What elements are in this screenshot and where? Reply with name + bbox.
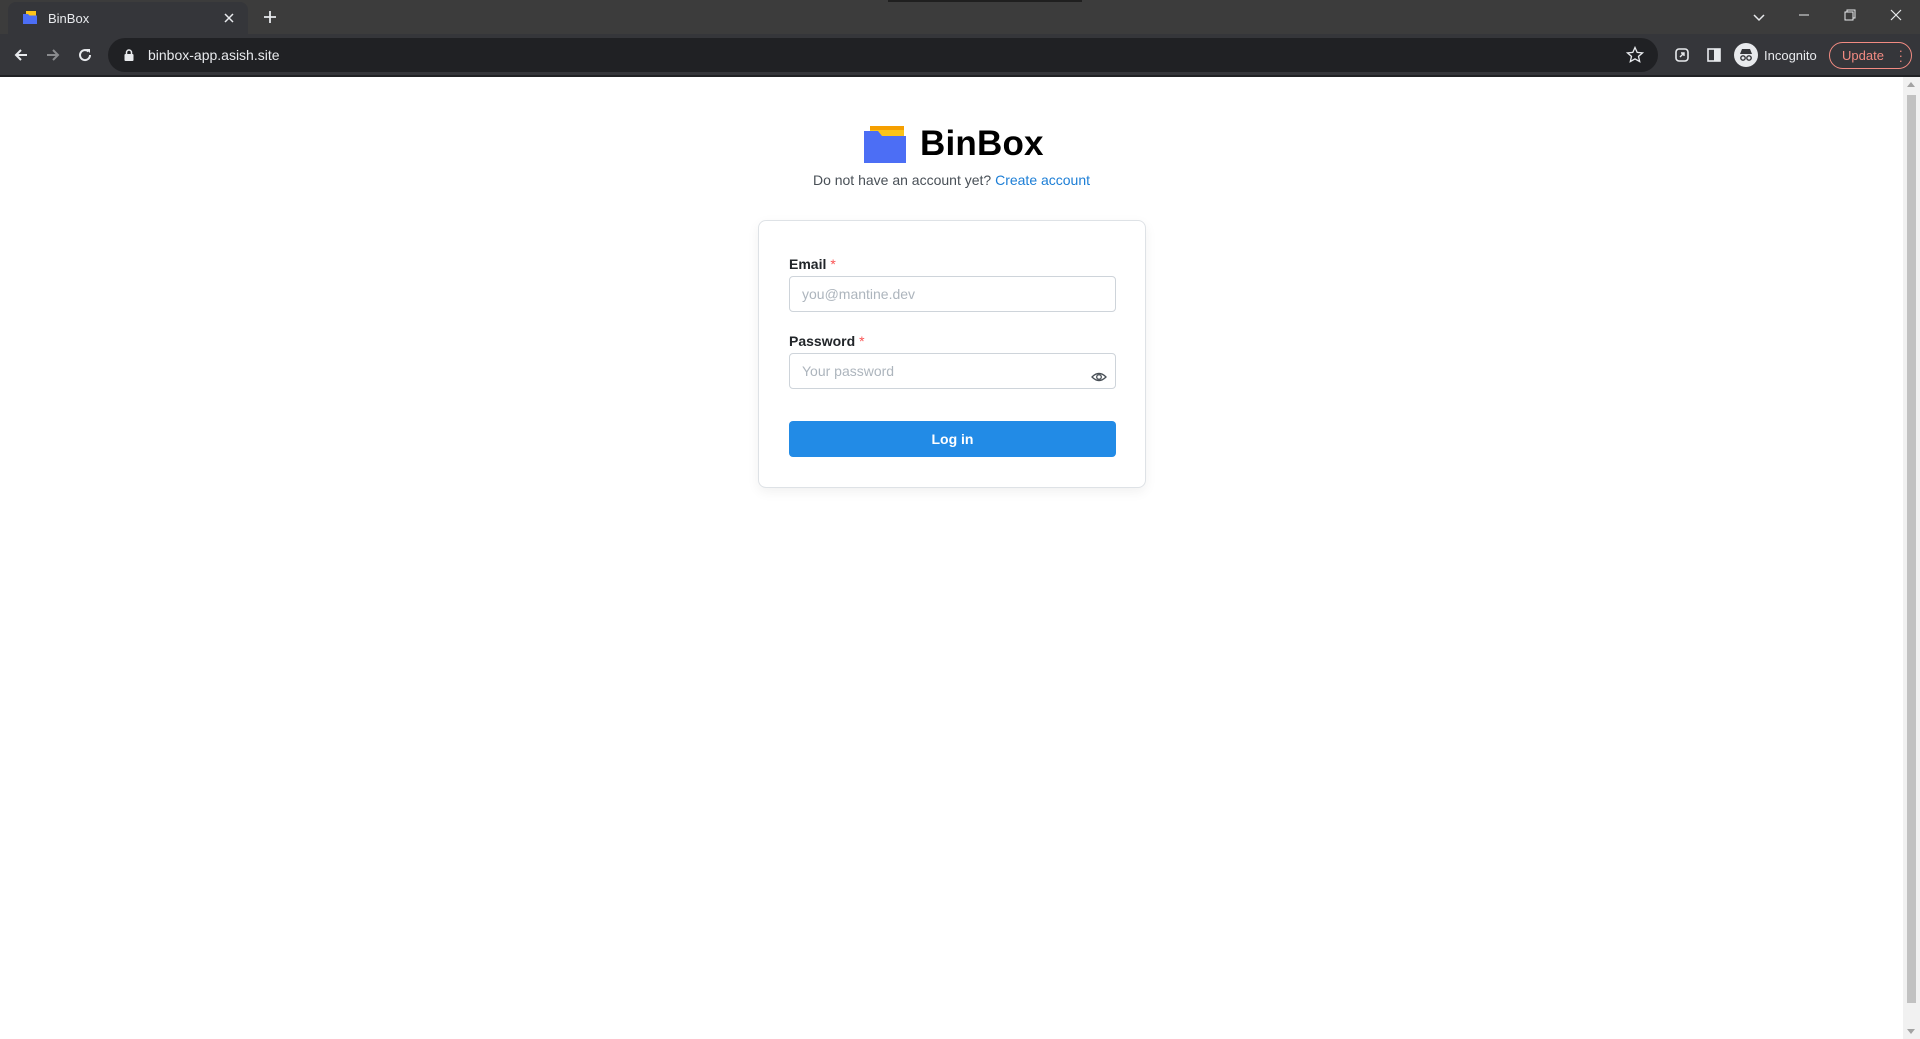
login-button[interactable]: Log in <box>789 421 1116 457</box>
password-label: Password * <box>789 333 865 349</box>
brand-name: BinBox <box>920 124 1044 163</box>
scroll-up-icon[interactable] <box>1907 82 1915 87</box>
incognito-icon <box>1734 43 1758 67</box>
browser-tab[interactable]: BinBox <box>8 2 248 34</box>
required-asterisk: * <box>830 256 836 272</box>
reload-icon[interactable] <box>72 42 98 68</box>
incognito-label: Incognito <box>1764 47 1817 63</box>
email-label-text: Email <box>789 256 827 272</box>
window-drag-indicator <box>888 0 1082 2</box>
bookmark-star-icon[interactable] <box>1625 45 1645 64</box>
restore-icon[interactable] <box>1827 0 1873 30</box>
new-tab-icon[interactable] <box>258 5 282 29</box>
update-label: Update <box>1842 48 1884 63</box>
more-icon[interactable]: · · · <box>1899 44 1903 67</box>
email-input[interactable] <box>789 276 1116 312</box>
extensions-icon[interactable] <box>1671 44 1693 66</box>
login-card: Email* Password* Log in <box>758 220 1146 488</box>
update-button[interactable]: Update · · · <box>1829 42 1912 69</box>
browser-toolbar: binbox-app.asish.site Incognito Update ·… <box>0 34 1920 76</box>
side-panel-icon[interactable] <box>1703 44 1725 66</box>
tab-title: BinBox <box>48 10 90 26</box>
create-account-link[interactable]: Create account <box>995 172 1090 188</box>
required-asterisk: * <box>859 333 865 349</box>
lock-icon[interactable] <box>122 48 136 62</box>
back-icon[interactable] <box>8 42 34 68</box>
signup-prompt: Do not have an account yet? Create accou… <box>0 172 1903 188</box>
scroll-thumb[interactable] <box>1907 95 1916 1003</box>
address-bar[interactable]: binbox-app.asish.site <box>108 38 1658 72</box>
url-text: binbox-app.asish.site <box>148 47 280 63</box>
show-password-eye-icon[interactable] <box>1091 369 1107 385</box>
tab-strip: BinBox <box>0 0 1920 34</box>
brand-header: BinBox <box>864 124 1044 164</box>
forward-icon[interactable] <box>40 42 66 68</box>
scroll-down-icon[interactable] <box>1907 1029 1915 1034</box>
page-viewport: BinBox Do not have an account yet? Creat… <box>0 77 1903 1039</box>
folder-logo-icon <box>864 125 906 163</box>
password-label-text: Password <box>789 333 856 349</box>
close-tab-icon[interactable] <box>220 9 238 27</box>
email-label: Email * <box>789 256 836 272</box>
binbox-favicon-icon <box>22 10 38 26</box>
password-input[interactable] <box>789 353 1116 389</box>
minimize-icon[interactable] <box>1781 0 1827 30</box>
tab-search-icon[interactable] <box>1748 6 1770 28</box>
signup-prompt-text: Do not have an account yet? <box>812 172 992 188</box>
close-window-icon[interactable] <box>1873 0 1919 30</box>
incognito-indicator[interactable]: Incognito <box>1734 41 1817 69</box>
page-scrollbar[interactable] <box>1903 77 1920 1039</box>
